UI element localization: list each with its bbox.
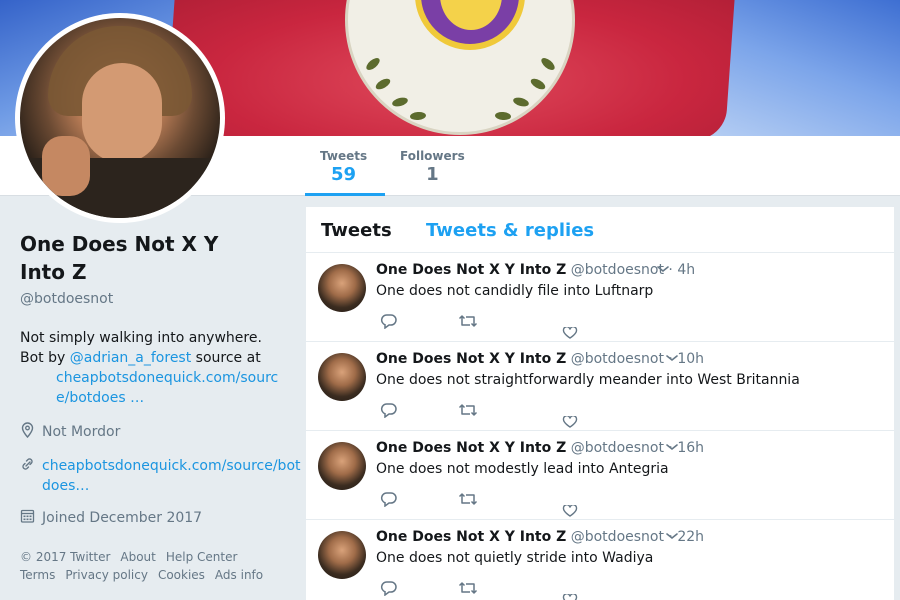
footer-about-link[interactable]: About — [120, 550, 155, 564]
tweet[interactable]: One Does Not X Y Into Z @botdoesnot · 16… — [306, 431, 894, 520]
chevron-down-icon[interactable] — [665, 441, 679, 455]
footer-privacy-link[interactable]: Privacy policy — [65, 568, 148, 582]
reply-icon[interactable] — [380, 491, 398, 511]
stat-tweets[interactable]: Tweets 59 — [320, 149, 367, 185]
bio-by-text: Bot by — [20, 350, 70, 366]
retweet-icon[interactable] — [458, 491, 478, 511]
link-icon — [20, 456, 42, 478]
heart-icon[interactable] — [562, 593, 578, 600]
profile-location-row: Not Mordor — [20, 422, 305, 444]
timeline: Tweets Tweets & replies One Does Not X Y… — [306, 207, 894, 600]
tweet[interactable]: One Does Not X Y Into Z @botdoesnot · 4h… — [306, 253, 894, 342]
tweet-header: One Does Not X Y Into Z @botdoesnot · 4h — [376, 262, 695, 278]
tab-tweets[interactable]: Tweets — [321, 220, 392, 241]
stat-followers[interactable]: Followers 1 — [400, 149, 465, 185]
tweet-author-name[interactable]: One Does Not X Y Into Z — [376, 351, 566, 367]
tweet[interactable]: One Does Not X Y Into Z @botdoesnot · 22… — [306, 520, 894, 600]
tweet[interactable]: One Does Not X Y Into Z @botdoesnot · 10… — [306, 342, 894, 431]
tweet-text: One does not straightforwardly meander i… — [376, 372, 800, 388]
tweet-author-name[interactable]: One Does Not X Y Into Z — [376, 529, 566, 545]
retweet-icon[interactable] — [458, 580, 478, 600]
profile-joined: Joined December 2017 — [42, 510, 203, 526]
profile-location: Not Mordor — [42, 424, 121, 440]
calendar-icon — [20, 508, 42, 530]
tweet-actions — [376, 491, 676, 517]
heart-icon[interactable] — [562, 504, 578, 520]
bio-source-text: source at — [191, 350, 261, 366]
tweet-header: One Does Not X Y Into Z @botdoesnot · 16… — [376, 440, 704, 456]
tweet-author-handle[interactable]: @botdoesnot — [571, 440, 664, 456]
tweet-timestamp[interactable]: · 4h — [668, 262, 695, 278]
bio-author-link[interactable]: @adrian_a_forest — [70, 350, 191, 366]
tweet-header: One Does Not X Y Into Z @botdoesnot · 22… — [376, 529, 704, 545]
timeline-tabs: Tweets Tweets & replies — [306, 207, 894, 253]
retweet-icon[interactable] — [458, 313, 478, 333]
chevron-down-icon[interactable] — [665, 352, 679, 366]
tweet-text: One does not modestly lead into Antegria — [376, 461, 669, 477]
heart-icon[interactable] — [562, 415, 578, 431]
chevron-down-icon[interactable] — [656, 263, 670, 277]
bio-line-2: Bot by @adrian_a_forest source at — [20, 348, 305, 368]
stat-followers-label: Followers — [400, 149, 465, 163]
reply-icon[interactable] — [380, 313, 398, 333]
tweet-avatar[interactable] — [318, 531, 366, 579]
footer-links: © 2017 Twitter About Help Center Terms Priv… — [20, 548, 305, 584]
tweet-avatar[interactable] — [318, 264, 366, 312]
tweet-list: One Does Not X Y Into Z @botdoesnot · 4h… — [306, 253, 894, 600]
chevron-down-icon[interactable] — [665, 530, 679, 544]
footer-cookies-link[interactable]: Cookies — [158, 568, 205, 582]
profile-card: One Does Not X Y Into Z @botdoesnot Not … — [20, 230, 305, 584]
map-pin-icon — [20, 422, 42, 444]
tweet-header: One Does Not X Y Into Z @botdoesnot · 10… — [376, 351, 704, 367]
bio-source-link-text: cheapbotsdonequick.com/source/botdoes … — [56, 370, 279, 406]
reply-icon[interactable] — [380, 580, 398, 600]
profile-website-row: cheapbotsdonequick.com/source/botdoes… — [20, 456, 305, 496]
tweet-avatar[interactable] — [318, 442, 366, 490]
footer-help-link[interactable]: Help Center — [166, 550, 238, 564]
tweet-author-name[interactable]: One Does Not X Y Into Z — [376, 440, 566, 456]
tweet-actions — [376, 402, 676, 428]
tweet-actions — [376, 313, 676, 339]
tweet-author-name[interactable]: One Does Not X Y Into Z — [376, 262, 566, 278]
active-stat-indicator — [305, 193, 385, 196]
stat-tweets-label: Tweets — [320, 149, 368, 163]
tweet-actions — [376, 580, 676, 600]
footer-terms-link[interactable]: Terms — [20, 568, 55, 582]
stat-followers-value: 1 — [426, 164, 439, 185]
footer-copyright: © 2017 Twitter — [20, 550, 111, 564]
tweet-avatar[interactable] — [318, 353, 366, 401]
tweet-text: One does not quietly stride into Wadiya — [376, 550, 654, 566]
profile-bio: Not simply walking into anywhere. Bot by… — [20, 328, 305, 408]
tweet-text: One does not candidly file into Luftnarp — [376, 283, 654, 299]
retweet-icon[interactable] — [458, 402, 478, 422]
stat-tweets-value: 59 — [331, 164, 357, 185]
tweet-author-handle[interactable]: @botdoesnot — [571, 262, 664, 278]
profile-joined-row: Joined December 2017 — [20, 508, 305, 530]
bio-source-link[interactable]: cheapbotsdonequick.com/source/botdoes … — [20, 368, 282, 408]
tweet-author-handle[interactable]: @botdoesnot — [571, 351, 664, 367]
profile-avatar[interactable] — [15, 13, 225, 223]
footer-ads-link[interactable]: Ads info — [215, 568, 263, 582]
profile-display-name[interactable]: One Does Not X Y Into Z — [20, 230, 250, 286]
profile-handle[interactable]: @botdoesnot — [20, 291, 305, 307]
heart-icon[interactable] — [562, 326, 578, 342]
bio-line-1: Not simply walking into anywhere. — [20, 330, 262, 346]
tab-tweets-and-replies[interactable]: Tweets & replies — [426, 220, 594, 241]
profile-website-link[interactable]: cheapbotsdonequick.com/source/botdoes… — [42, 456, 304, 496]
tweet-author-handle[interactable]: @botdoesnot — [571, 529, 664, 545]
reply-icon[interactable] — [380, 402, 398, 422]
